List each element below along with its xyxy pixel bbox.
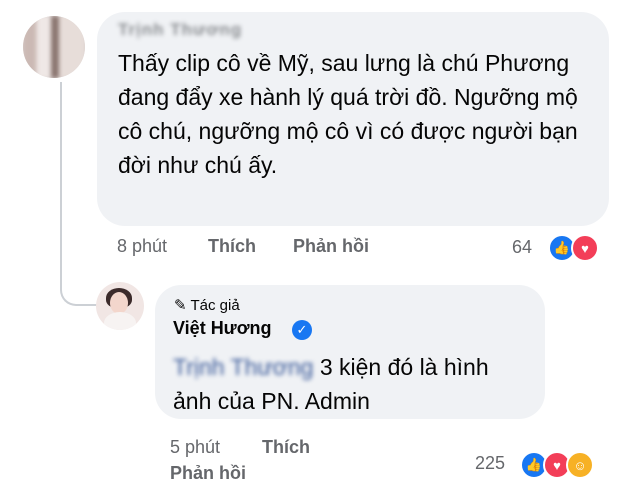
comment-text: Thấy clip cô về Mỹ, sau lưng là chú Phươ… bbox=[118, 50, 578, 178]
reply-author-name[interactable]: Việt Hương bbox=[173, 318, 272, 339]
comment-timestamp[interactable]: 8 phút bbox=[117, 236, 167, 257]
reply-thread-line bbox=[60, 82, 98, 306]
commenter-avatar[interactable] bbox=[23, 16, 85, 78]
like-button[interactable]: Thích bbox=[208, 236, 256, 257]
reply-text: Trịnh Thương 3 kiện đó là hình ảnh của P… bbox=[173, 350, 533, 418]
reaction-count[interactable]: 64 bbox=[512, 237, 532, 258]
verified-icon: ✓ bbox=[292, 320, 312, 340]
reply-timestamp[interactable]: 5 phút bbox=[170, 437, 220, 458]
reaction-count[interactable]: 225 bbox=[475, 453, 505, 474]
author-avatar[interactable] bbox=[96, 282, 144, 330]
pencil-icon: ✎ bbox=[174, 297, 187, 314]
mention-link[interactable]: Trịnh Thương bbox=[173, 354, 313, 380]
reply-button[interactable]: Phản hồi bbox=[170, 463, 246, 484]
author-tag-label: Tác giả bbox=[190, 297, 240, 314]
reply-button[interactable]: Phản hồi bbox=[293, 236, 369, 257]
love-icon[interactable]: ♥ bbox=[571, 234, 599, 262]
care-icon[interactable]: ☺ bbox=[566, 451, 594, 479]
like-button[interactable]: Thích bbox=[262, 437, 310, 458]
author-badge: ✎ Tác giả bbox=[174, 296, 240, 314]
comment-author-name[interactable]: Trịnh Thương bbox=[118, 20, 242, 40]
